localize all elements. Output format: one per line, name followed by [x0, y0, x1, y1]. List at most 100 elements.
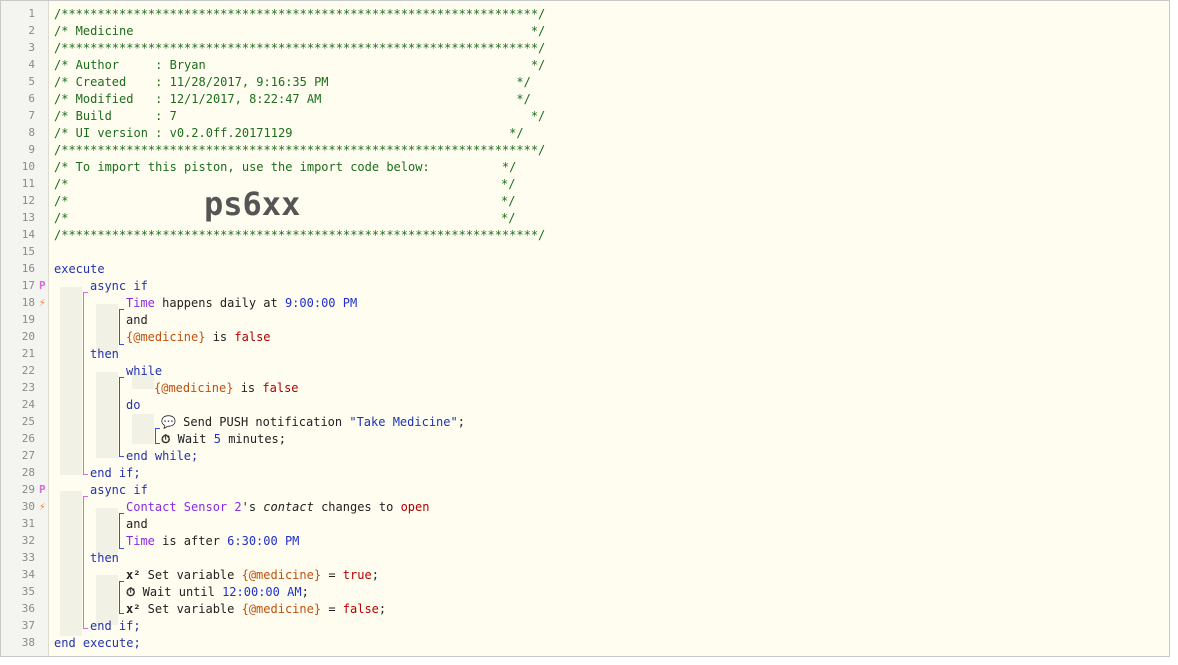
line-number: 20 — [21, 330, 35, 343]
line-number: 31 — [21, 517, 35, 530]
variable-name: {@medicine} — [154, 381, 234, 395]
string-value: "Take Medicine" — [349, 415, 458, 429]
condition-bracket — [119, 309, 120, 345]
and-operator[interactable]: and — [126, 517, 148, 531]
bracket-tick — [119, 377, 124, 378]
time-device: Time — [126, 534, 155, 548]
condition-text: changes to — [313, 500, 401, 514]
send-push-statement[interactable]: 💬 Send PUSH notification "Take Medicine"… — [161, 415, 465, 429]
code-editor[interactable]: 1 2 3 4 5 6 7 8 9 10 11 12 13 14 15 16 1… — [0, 0, 1170, 657]
bracket-tick — [83, 496, 88, 497]
line-number: 2 — [28, 24, 35, 37]
comment-title: /* Medicine */ — [54, 24, 546, 38]
line-number: 25 — [21, 415, 35, 428]
while-bracket — [119, 377, 120, 457]
variable-condition[interactable]: {@medicine} is false — [126, 330, 271, 344]
time-value: 9:00:00 PM — [284, 296, 358, 310]
statement-text: Set variable — [140, 568, 242, 582]
line-number: 22 — [21, 364, 35, 377]
parallel-marker-icon[interactable]: P — [39, 483, 46, 496]
statement-text: Wait until — [135, 585, 223, 599]
bracket-tick — [119, 344, 124, 345]
line-number: 32 — [21, 534, 35, 547]
comment-line: /***************************************… — [54, 7, 546, 21]
time-value: 6:30:00 PM — [227, 534, 300, 548]
comment-import-text: /* To import this piston, use the import… — [54, 160, 517, 174]
condition-bracket — [119, 513, 120, 549]
end-if-keyword[interactable]: end if; — [90, 466, 141, 480]
condition-text: 's — [241, 500, 264, 514]
parallel-marker-icon[interactable]: P — [39, 279, 46, 292]
trigger-condition[interactable]: Time happens daily at 9:00:00 PM — [126, 296, 357, 310]
line-number: 16 — [21, 262, 35, 275]
trigger-bolt-icon[interactable]: ⚡ — [39, 500, 46, 513]
statement-text: minutes; — [220, 432, 286, 446]
async-if-statement[interactable]: async if — [90, 483, 148, 497]
variable-name: {@medicine} — [241, 602, 322, 616]
line-number: 37 — [21, 619, 35, 632]
wait-statement[interactable]: ⏱ Wait 5 minutes; — [161, 432, 286, 447]
set-variable-statement[interactable]: x² Set variable {@medicine} = false; — [126, 602, 386, 616]
comment-line: /***************************************… — [54, 228, 546, 242]
bracket-tick — [119, 613, 124, 614]
semicolon: ; — [301, 585, 309, 599]
bracket-tick — [83, 292, 88, 293]
comment-line: /***************************************… — [54, 41, 546, 55]
time-condition[interactable]: Time is after 6:30:00 PM — [126, 534, 299, 548]
contact-sensor-device: Contact Sensor 2 — [126, 500, 242, 514]
comment-line: /***************************************… — [54, 143, 546, 157]
comment-modified: /* Modified : 12/1/2017, 8:22:47 AM */ — [54, 92, 531, 106]
end-while-keyword[interactable]: end while; — [126, 449, 198, 463]
indent-band — [132, 414, 154, 444]
line-number: 21 — [21, 347, 35, 360]
then-keyword[interactable]: then — [90, 347, 119, 361]
line-number: 11 — [21, 177, 35, 190]
line-number: 6 — [28, 92, 35, 105]
comment-build: /* Build : 7 */ — [54, 109, 546, 123]
execute-keyword[interactable]: execute — [54, 262, 105, 276]
bracket-tick — [83, 628, 88, 629]
condition-text: is — [205, 330, 235, 344]
bracket-tick — [155, 428, 160, 429]
comment-blank-right: */ — [501, 177, 516, 191]
variable-name: {@medicine} — [241, 568, 322, 582]
then-bracket — [119, 581, 120, 614]
line-number: 8 — [28, 126, 35, 139]
do-keyword[interactable]: do — [126, 398, 140, 412]
equals: = — [321, 602, 343, 616]
line-number: 14 — [21, 228, 35, 241]
semicolon: ; — [378, 602, 387, 616]
indent-band — [60, 491, 82, 636]
comment-created: /* Created : 11/28/2017, 9:16:35 PM */ — [54, 75, 531, 89]
trigger-bolt-icon[interactable]: ⚡ — [39, 296, 46, 309]
boolean-value: false — [342, 602, 379, 616]
while-keyword[interactable]: while — [126, 364, 162, 378]
end-execute-keyword[interactable]: end execute; — [54, 636, 141, 650]
async-if-statement[interactable]: async if — [90, 279, 148, 293]
semicolon: ; — [457, 415, 465, 429]
clock-icon: ⏱ — [126, 585, 136, 599]
comment-blank-left: /* — [54, 211, 69, 225]
line-number: 18 — [21, 296, 35, 309]
set-variable-statement[interactable]: x² Set variable {@medicine} = true; — [126, 568, 379, 582]
time-device: Time — [126, 296, 155, 310]
while-condition[interactable]: {@medicine} is false — [154, 381, 299, 395]
and-operator[interactable]: and — [126, 313, 148, 327]
line-number: 3 — [28, 41, 35, 54]
bracket-tick — [155, 443, 160, 444]
line-number: 38 — [21, 636, 35, 649]
end-if-keyword[interactable]: end if; — [90, 619, 141, 633]
comment-blank-right: */ — [501, 194, 516, 208]
state-value: open — [400, 500, 430, 514]
line-number: 12 — [21, 194, 35, 207]
comment-author: /* Author : Bryan */ — [54, 58, 546, 72]
semicolon: ; — [371, 568, 379, 582]
then-keyword[interactable]: then — [90, 551, 119, 565]
wait-until-statement[interactable]: ⏱ Wait until 12:00:00 AM; — [126, 585, 309, 600]
statement-text: Send PUSH notification — [175, 415, 350, 429]
time-value: 12:00:00 AM — [222, 585, 302, 599]
condition-text: happens daily at — [154, 296, 285, 310]
variable-name: {@medicine} — [126, 330, 206, 344]
trigger-condition[interactable]: Contact Sensor 2's contact changes to op… — [126, 500, 429, 514]
import-code[interactable]: ps6xx — [204, 185, 300, 223]
